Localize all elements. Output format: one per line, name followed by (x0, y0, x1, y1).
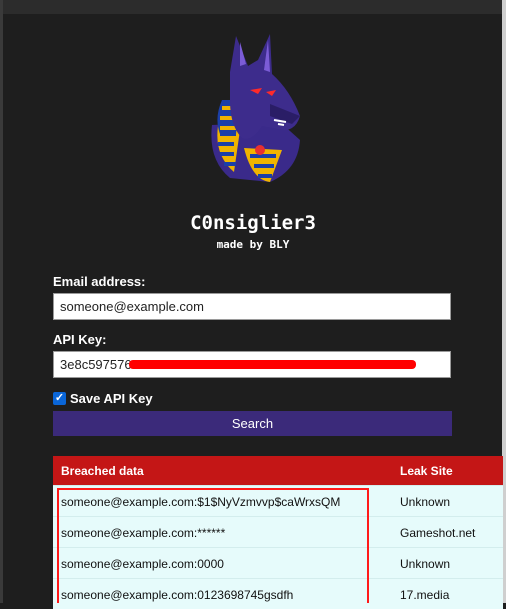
leak-site-cell: 17.media (400, 588, 450, 602)
table-header: Breached data Leak Site (53, 456, 503, 485)
email-label: Email address: (53, 274, 146, 289)
header-leak-site: Leak Site (400, 464, 453, 478)
anubis-logo (211, 34, 300, 182)
header-breached-data: Breached data (61, 464, 144, 478)
save-api-key-checkbox[interactable]: ✓ (53, 391, 66, 405)
top-bar (3, 0, 503, 15)
leak-site-cell: Gameshot.net (400, 526, 476, 540)
save-api-key-row[interactable]: ✓ Save API Key (53, 390, 153, 406)
app-title: C0nsiglier3 (190, 212, 316, 234)
leak-site-cell: Unknown (400, 495, 451, 509)
email-field[interactable]: someone@example.com (53, 293, 451, 320)
save-api-key-label: Save API Key (70, 390, 153, 406)
leak-site-cell: Unknown (400, 557, 451, 571)
highlight-annotation (57, 488, 369, 603)
app-subtitle: made by BLY (216, 238, 290, 251)
redaction-mark (129, 360, 416, 369)
api-key-label: API Key: (53, 332, 107, 347)
search-button[interactable]: Search (53, 411, 452, 436)
